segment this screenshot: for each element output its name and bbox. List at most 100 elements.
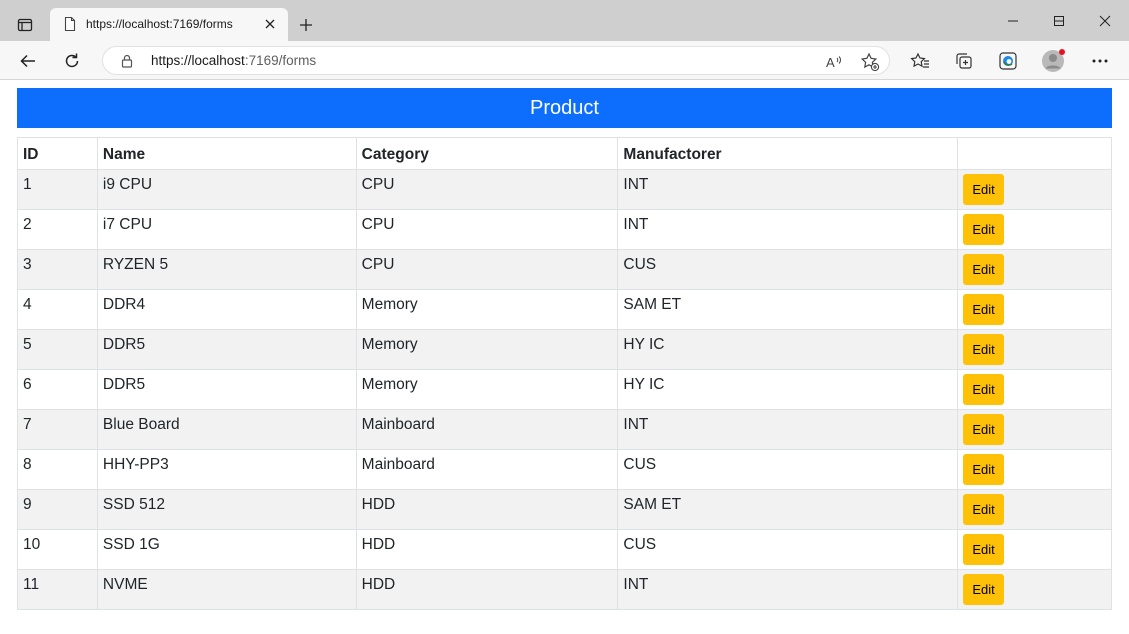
collections-icon[interactable] [950, 47, 978, 75]
cell-manufacturer: HY IC [617, 329, 959, 370]
page-content: Product ID Name Category Manufactorer 1i… [0, 80, 1129, 634]
refresh-icon[interactable] [58, 47, 86, 75]
lock-icon[interactable] [119, 53, 135, 69]
cell-name: i9 CPU [96, 169, 357, 210]
cell-actions: Edit [957, 369, 1112, 410]
cell-manufacturer: HY IC [617, 369, 959, 410]
add-favorite-icon[interactable] [859, 51, 881, 73]
column-header-name: Name [96, 137, 357, 170]
cell-actions: Edit [957, 329, 1112, 370]
cell-category: CPU [355, 209, 619, 250]
cell-actions: Edit [957, 449, 1112, 490]
cell-actions: Edit [957, 409, 1112, 450]
browser-toolbar: https://localhost:7169/forms A [0, 41, 1129, 80]
cell-actions: Edit [957, 529, 1112, 570]
column-header-actions [957, 137, 1112, 170]
cell-actions: Edit [957, 289, 1112, 330]
table-row: 10 SSD 1G HDD CUS Edit [17, 529, 1112, 570]
cell-actions: Edit [957, 489, 1112, 530]
address-bar[interactable]: https://localhost:7169/forms A [102, 46, 890, 75]
cell-id: 3 [17, 249, 98, 290]
more-icon[interactable] [1086, 47, 1114, 75]
edit-button[interactable]: Edit [963, 174, 1005, 205]
browser-tab[interactable]: https://localhost:7169/forms [50, 8, 288, 41]
cell-id: 4 [17, 289, 98, 330]
cell-name: HHY-PP3 [96, 449, 357, 490]
cell-actions: Edit [957, 569, 1112, 610]
cell-id: 1 [17, 169, 98, 210]
edit-button[interactable]: Edit [963, 334, 1005, 365]
url-text[interactable]: https://localhost:7169/forms [151, 53, 316, 68]
page-icon [62, 16, 78, 32]
cell-name: DDR4 [96, 289, 357, 330]
cell-name: SSD 512 [96, 489, 357, 530]
cell-category: CPU [355, 249, 619, 290]
table-row: 5 DDR5 Memory HY IC Edit [17, 329, 1112, 370]
sidebar-toggle-icon[interactable] [12, 12, 38, 38]
edit-button[interactable]: Edit [963, 414, 1005, 445]
edit-button[interactable]: Edit [963, 534, 1005, 565]
favorites-icon[interactable] [906, 47, 934, 75]
cell-name: i7 CPU [96, 209, 357, 250]
page-title: Product [17, 88, 1112, 128]
edge-icon[interactable] [994, 47, 1022, 75]
cell-id: 6 [17, 369, 98, 410]
column-header-manufacturer: Manufactorer [617, 137, 959, 170]
cell-actions: Edit [957, 209, 1112, 250]
cell-name: SSD 1G [96, 529, 357, 570]
edit-button[interactable]: Edit [963, 294, 1005, 325]
cell-id: 10 [17, 529, 98, 570]
table-row: 3 RYZEN 5 CPU CUS Edit [17, 249, 1112, 290]
edit-button[interactable]: Edit [963, 214, 1005, 245]
plus-icon[interactable] [293, 12, 319, 38]
cell-category: HDD [355, 489, 619, 530]
table-row: 6 DDR5 Memory HY IC Edit [17, 369, 1112, 410]
cell-manufacturer: CUS [617, 449, 959, 490]
cell-manufacturer: INT [617, 569, 959, 610]
table-row: 2 i7 CPU CPU INT Edit [17, 209, 1112, 250]
column-header-category: Category [355, 137, 619, 170]
cell-manufacturer: INT [617, 169, 959, 210]
cell-category: CPU [355, 169, 619, 210]
cell-manufacturer: CUS [617, 249, 959, 290]
table-row: 7 Blue Board Mainboard INT Edit [17, 409, 1112, 450]
cell-category: Memory [355, 289, 619, 330]
profile-avatar-icon[interactable] [1039, 47, 1067, 75]
cell-id: 11 [17, 569, 98, 610]
cell-manufacturer: SAM ET [617, 489, 959, 530]
cell-id: 9 [17, 489, 98, 530]
cell-name: NVME [96, 569, 357, 610]
tab-title: https://localhost:7169/forms [86, 17, 233, 31]
table-row: 8 HHY-PP3 Mainboard CUS Edit [17, 449, 1112, 490]
table-row: 11 NVME HDD INT Edit [17, 569, 1112, 610]
edit-button[interactable]: Edit [963, 254, 1005, 285]
table-row: 9 SSD 512 HDD SAM ET Edit [17, 489, 1112, 530]
cell-manufacturer: SAM ET [617, 289, 959, 330]
cell-actions: Edit [957, 249, 1112, 290]
edit-button[interactable]: Edit [963, 574, 1005, 605]
cell-category: Mainboard [355, 449, 619, 490]
cell-name: DDR5 [96, 369, 357, 410]
edit-button[interactable]: Edit [963, 374, 1005, 405]
cell-actions: Edit [957, 169, 1112, 210]
cell-id: 2 [17, 209, 98, 250]
cell-name: DDR5 [96, 329, 357, 370]
close-icon[interactable] [260, 14, 280, 34]
product-table: ID Name Category Manufactorer 1 i9 CPU CPU… [17, 137, 1112, 610]
table-row: 1 i9 CPU CPU INT Edit [17, 169, 1112, 210]
cell-category: HDD [355, 569, 619, 610]
table-header-row: ID Name Category Manufactorer [17, 137, 1112, 170]
cell-id: 7 [17, 409, 98, 450]
read-aloud-icon[interactable]: A [823, 51, 845, 73]
back-arrow-icon[interactable] [14, 47, 42, 75]
url-host: https://localhost [151, 53, 245, 68]
cell-category: Memory [355, 369, 619, 410]
cell-id: 5 [17, 329, 98, 370]
url-path: :7169/forms [244, 53, 317, 68]
column-header-id: ID [17, 137, 98, 170]
cell-category: HDD [355, 529, 619, 570]
svg-text:A: A [826, 55, 835, 70]
edit-button[interactable]: Edit [963, 494, 1005, 525]
edit-button[interactable]: Edit [963, 454, 1005, 485]
maximize-icon[interactable] [1036, 7, 1082, 35]
